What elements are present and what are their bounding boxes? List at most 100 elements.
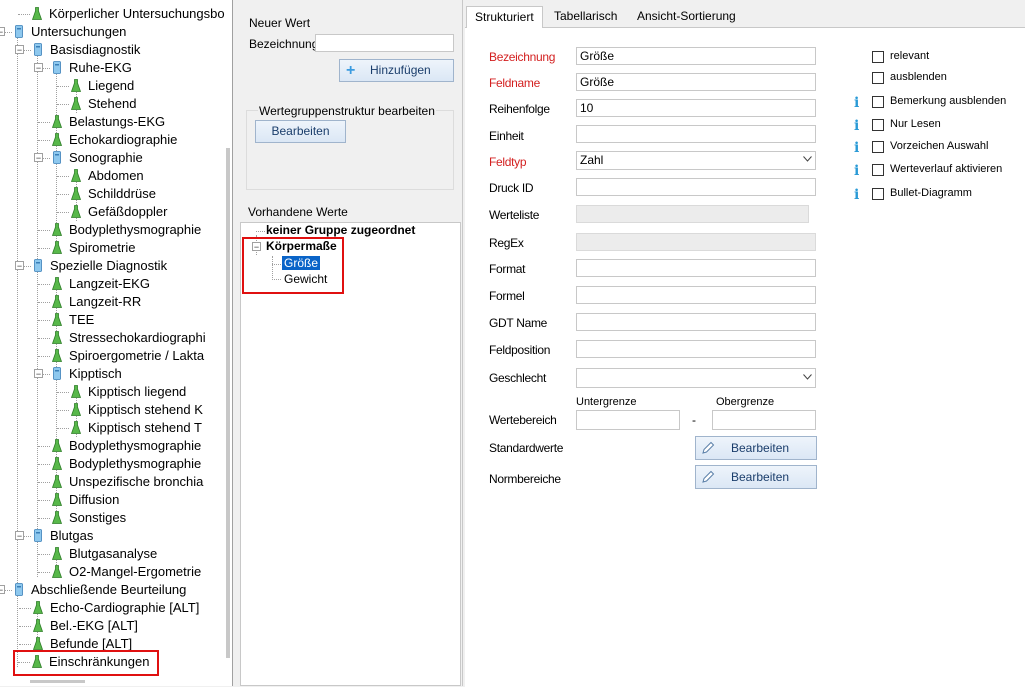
tree-line: [38, 518, 50, 519]
tree-line: [17, 32, 18, 667]
tree-item-abschließende-beurteilung[interactable]: Abschließende Beurteilung: [14, 581, 232, 599]
flask-icon: [51, 115, 64, 129]
tree-panel[interactable]: Körperlicher Untersuchungsbo−Untersuchun…: [0, 0, 233, 686]
checkbox-bullet-diagramm[interactable]: [872, 188, 884, 200]
tree-item-blutgasanalyse[interactable]: Blutgasanalyse: [51, 545, 232, 563]
collapse-toggle[interactable]: −: [15, 261, 24, 271]
tree-item-gefäßdoppler[interactable]: Gefäßdoppler: [70, 203, 232, 221]
tree-item-diffusion[interactable]: Diffusion: [51, 491, 232, 509]
info-icon[interactable]: i: [854, 118, 859, 134]
collapse-toggle[interactable]: −: [0, 585, 5, 595]
tree-item-spezielle-diagnostik[interactable]: Spezielle Diagnostik: [33, 257, 232, 275]
tree-item-kipptisch-stehend-t[interactable]: Kipptisch stehend T: [70, 419, 232, 437]
tree-item-label: Sonstiges: [69, 510, 127, 525]
tree-item-echo-cardiographie-alt[interactable]: Echo-Cardiographie [ALT]: [32, 599, 232, 617]
tree-item-tee[interactable]: TEE: [51, 311, 232, 329]
tree-line: [38, 140, 50, 141]
flask-icon: [32, 601, 45, 615]
tree-item-kipptisch[interactable]: Kipptisch: [52, 365, 232, 383]
checkbox-bemerkung-ausblenden[interactable]: [872, 96, 884, 108]
feldname-input[interactable]: Größe: [576, 73, 816, 91]
tree-item-echokardiographie[interactable]: Echokardiographie: [51, 131, 232, 149]
einheit-input[interactable]: [576, 125, 816, 143]
tree-item-label: Abdomen: [88, 168, 144, 183]
tree-item-belastungs-ekg[interactable]: Belastungs-EKG: [51, 113, 232, 131]
tree-item-o2-mangel-ergometrie[interactable]: O2-Mangel-Ergometrie: [51, 563, 232, 581]
collapse-toggle[interactable]: −: [34, 369, 43, 379]
tree-item-sonographie[interactable]: Sonographie: [52, 149, 232, 167]
bezeichnung-input[interactable]: Größe: [576, 47, 816, 65]
tab-tabellarisch[interactable]: Tabellarisch: [546, 6, 625, 27]
tree-item-schilddrüse[interactable]: Schilddrüse: [70, 185, 232, 203]
untergrenze-input[interactable]: [576, 410, 680, 430]
tree-line: [38, 572, 50, 573]
tree-line: [38, 356, 50, 357]
flask-icon: [70, 187, 83, 201]
gdt-name-input[interactable]: [576, 313, 816, 331]
new-value-name-input[interactable]: [315, 34, 454, 52]
checkbox-label-bemerkung-ausblenden: Bemerkung ausblenden: [890, 95, 1007, 107]
checkbox-label-werteverlauf-aktivieren: Werteverlauf aktivieren: [890, 163, 1003, 175]
tree-item-bodyplethysmographie[interactable]: Bodyplethysmographie: [51, 455, 232, 473]
tree-item-bodyplethysmographie[interactable]: Bodyplethysmographie: [51, 221, 232, 239]
tree-item-sonstiges[interactable]: Sonstiges: [51, 509, 232, 527]
tree-item-unspezifische-bronchia[interactable]: Unspezifische bronchia: [51, 473, 232, 491]
tree-item-spirometrie[interactable]: Spirometrie: [51, 239, 232, 257]
tree-line: [57, 212, 69, 213]
reihenfolge-input[interactable]: 10: [576, 99, 816, 117]
obergrenze-input[interactable]: [712, 410, 816, 430]
tree-item-bodyplethysmographie[interactable]: Bodyplethysmographie: [51, 437, 232, 455]
info-icon[interactable]: i: [854, 140, 859, 156]
tree-item-spiroergometrie-lakta[interactable]: Spiroergometrie / Lakta: [51, 347, 232, 365]
checkbox-werteverlauf-aktivieren[interactable]: [872, 164, 884, 176]
tree-line: [19, 644, 31, 645]
checkbox-relevant[interactable]: [872, 51, 884, 63]
geschlecht-select[interactable]: [576, 368, 816, 388]
formel-input[interactable]: [576, 286, 816, 304]
tree-item-stressechokardiographi[interactable]: Stressechokardiographi: [51, 329, 232, 347]
flask-icon: [32, 637, 45, 651]
tree-item-langzeit-ekg[interactable]: Langzeit-EKG: [51, 275, 232, 293]
info-icon[interactable]: i: [854, 163, 859, 179]
collapse-toggle[interactable]: −: [15, 531, 24, 541]
reihenfolge-label: Reihenfolge: [489, 102, 550, 116]
feldposition-input[interactable]: [576, 340, 816, 358]
collapse-toggle[interactable]: −: [15, 45, 24, 55]
tree-item-untersuchungen[interactable]: Untersuchungen: [14, 23, 232, 41]
ungrouped-values-node[interactable]: keiner Gruppe zugeordnet: [266, 223, 415, 237]
tab-ansicht-sortierung[interactable]: Ansicht-Sortierung: [629, 6, 744, 27]
collapse-toggle[interactable]: −: [34, 153, 43, 163]
tree-item-kipptisch-liegend[interactable]: Kipptisch liegend: [70, 383, 232, 401]
tree-item-basisdiagnostik[interactable]: Basisdiagnostik: [33, 41, 232, 59]
tree-item-blutgas[interactable]: Blutgas: [33, 527, 232, 545]
tree-item-körperlicher-untersuchungsbo[interactable]: Körperlicher Untersuchungsbo: [31, 5, 232, 23]
tree-vertical-scrollbar[interactable]: [226, 148, 230, 658]
info-icon[interactable]: i: [854, 187, 859, 203]
add-value-button[interactable]: + Hinzufügen: [339, 59, 454, 82]
normbereiche-edit-button[interactable]: Bearbeiten: [695, 465, 817, 489]
checkbox-vorzeichen-auswahl[interactable]: [872, 141, 884, 153]
tree-item-bel-ekg-alt[interactable]: Bel.-EKG [ALT]: [32, 617, 232, 635]
standardwerte-edit-button[interactable]: Bearbeiten: [695, 436, 817, 460]
tree-item-langzeit-rr[interactable]: Langzeit-RR: [51, 293, 232, 311]
checkbox-ausblenden[interactable]: [872, 72, 884, 84]
tree-item-ruhe-ekg[interactable]: Ruhe-EKG: [52, 59, 232, 77]
tree-line: [57, 410, 69, 411]
druck-id-input[interactable]: [576, 178, 816, 196]
pencil-icon: [702, 441, 715, 454]
tree-item-stehend[interactable]: Stehend: [70, 95, 232, 113]
format-input[interactable]: [576, 259, 816, 277]
feldtyp-select[interactable]: Zahl: [576, 151, 816, 170]
tree-item-abdomen[interactable]: Abdomen: [70, 167, 232, 185]
collapse-toggle[interactable]: −: [0, 27, 5, 37]
tree-horizontal-scrollbar[interactable]: [30, 680, 85, 683]
checkbox-nur-lesen[interactable]: [872, 119, 884, 131]
tree-line: [18, 14, 30, 15]
collapse-toggle[interactable]: −: [34, 63, 43, 73]
group-structure-edit-button[interactable]: Bearbeiten: [255, 120, 346, 143]
info-icon[interactable]: i: [854, 95, 859, 111]
tree-item-liegend[interactable]: Liegend: [70, 77, 232, 95]
tab-strukturiert[interactable]: Strukturiert: [466, 6, 543, 28]
tree-item-kipptisch-stehend-k[interactable]: Kipptisch stehend K: [70, 401, 232, 419]
tree-item-label: Kipptisch stehend T: [88, 420, 202, 435]
